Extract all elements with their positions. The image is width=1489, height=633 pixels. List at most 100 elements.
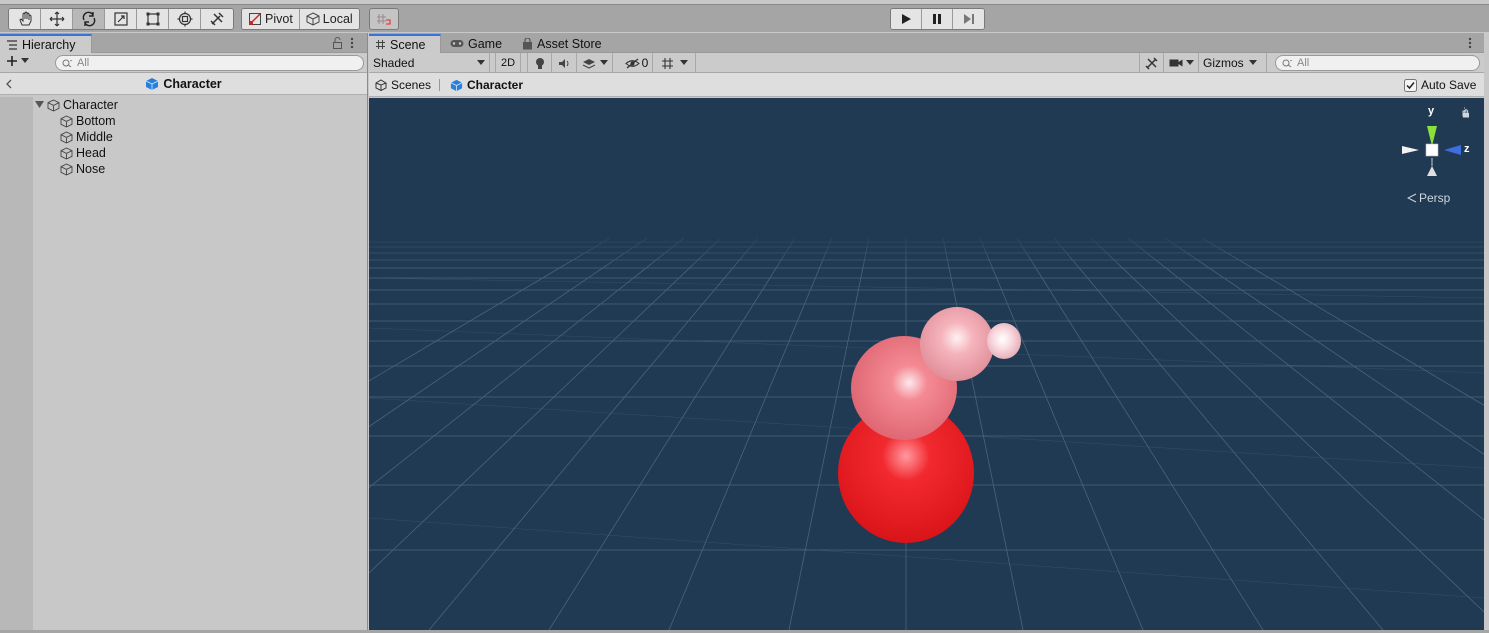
- chevron-down-icon: [679, 60, 688, 65]
- search-icon: [62, 59, 72, 67]
- grid-hash-icon: [661, 57, 673, 69]
- play-button[interactable]: [891, 9, 922, 29]
- pivot-label: Pivot: [265, 12, 293, 26]
- tree-item-label: Head: [76, 146, 106, 160]
- plus-icon: [7, 56, 17, 66]
- tree-root-item[interactable]: Character: [33, 97, 367, 113]
- rect-tool-button[interactable]: [137, 9, 169, 29]
- grid-snap-group: [369, 8, 399, 30]
- hierarchy-tabbar: Hierarchy: [0, 33, 367, 53]
- hand-tool-button[interactable]: [9, 9, 41, 29]
- gameobject-cube-icon: [60, 130, 73, 144]
- scene-viewport[interactable]: y z Persp: [369, 98, 1484, 630]
- scene-tabbar: Scene Game Asset Store: [369, 33, 1484, 53]
- custom-tool-icon: [210, 12, 224, 26]
- main-toolbar: Pivot Local: [0, 4, 1489, 32]
- pause-button[interactable]: [922, 9, 953, 29]
- breadcrumb-character[interactable]: Character: [450, 78, 523, 92]
- head-sphere: [920, 307, 994, 381]
- hierarchy-tree: Character Bottom Middle Head Nose: [33, 97, 367, 633]
- gizmos-dropdown[interactable]: Gizmos: [1200, 53, 1267, 73]
- lighting-toggle[interactable]: [527, 53, 552, 73]
- tab-asset-store[interactable]: Asset Store: [516, 34, 608, 53]
- toggle-2d-button[interactable]: 2D: [495, 53, 521, 73]
- gameobject-cube-icon: [60, 114, 73, 128]
- audio-toggle[interactable]: [552, 53, 577, 73]
- tab-hierarchy-label: Hierarchy: [22, 37, 76, 52]
- camera-dropdown[interactable]: [1165, 53, 1199, 73]
- draw-mode-dropdown[interactable]: Shaded: [369, 53, 490, 73]
- chevron-down-icon: [21, 58, 29, 63]
- breadcrumb-scenes[interactable]: Scenes: [375, 78, 431, 92]
- prefab-cube-icon: [146, 77, 159, 90]
- tools-toggle[interactable]: [1139, 53, 1164, 73]
- local-button[interactable]: Local: [299, 9, 359, 29]
- pause-icon: [933, 14, 941, 24]
- lightbulb-icon: [535, 57, 544, 69]
- camera-icon: [1169, 59, 1183, 67]
- chevron-down-icon: [1248, 60, 1257, 65]
- kebab-menu-icon[interactable]: [1468, 37, 1472, 49]
- step-button[interactable]: [953, 9, 984, 29]
- tree-root-label: Character: [63, 98, 118, 112]
- tree-item[interactable]: Head: [33, 145, 367, 161]
- rect-tool-icon: [146, 12, 159, 26]
- grid-snap-button[interactable]: [370, 9, 398, 29]
- projection-label: Persp: [1419, 191, 1451, 205]
- tab-asset-store-label: Asset Store: [537, 36, 602, 51]
- expand-arrow-icon[interactable]: [35, 101, 44, 109]
- hierarchy-search-input[interactable]: All: [55, 55, 364, 71]
- hierarchy-gutter: [0, 97, 33, 633]
- hidden-objects-toggle[interactable]: 0: [621, 53, 653, 73]
- lock-icon[interactable]: [1462, 109, 1470, 118]
- rotate-tool-icon: [82, 11, 95, 27]
- lock-icon[interactable]: [332, 37, 343, 49]
- gizmo-y-label: y: [1428, 105, 1435, 117]
- chevron-down-icon: [477, 60, 485, 65]
- effects-dropdown[interactable]: [577, 53, 613, 73]
- kebab-menu-icon[interactable]: [350, 37, 354, 49]
- tab-game[interactable]: Game: [444, 34, 508, 53]
- list-icon: [7, 39, 17, 50]
- hierarchy-panel: Hierarchy All Character Character Bottom…: [0, 33, 368, 633]
- prefab-breadcrumb: Character: [0, 73, 367, 95]
- toggle-2d-label: 2D: [500, 57, 516, 69]
- gizmos-label: Gizmos: [1203, 56, 1244, 70]
- scale-tool-icon: [113, 12, 128, 26]
- projection-toggle[interactable]: Persp: [1407, 191, 1450, 205]
- auto-save-toggle[interactable]: Auto Save: [1404, 78, 1476, 92]
- playback-controls: [890, 8, 985, 30]
- transform-tools: [8, 8, 234, 30]
- speaker-icon: [558, 58, 568, 68]
- pivot-icon: [249, 13, 261, 25]
- checkbox-checked-icon: [1404, 78, 1417, 92]
- tree-item[interactable]: Middle: [33, 129, 367, 145]
- move-tool-button[interactable]: [41, 9, 73, 29]
- gameobject-cube-icon: [60, 162, 73, 176]
- tree-item[interactable]: Nose: [33, 161, 367, 177]
- custom-tool-button[interactable]: [201, 9, 233, 29]
- tab-scene-label: Scene: [390, 37, 426, 52]
- pivot-local-group: Pivot Local: [241, 8, 360, 30]
- pivot-button[interactable]: Pivot: [242, 9, 300, 29]
- grid-dropdown[interactable]: [653, 53, 696, 73]
- scene-search-input[interactable]: All: [1275, 55, 1480, 71]
- rotate-tool-button[interactable]: [73, 9, 105, 29]
- breadcrumb-separator: [439, 79, 440, 91]
- grid-snap-icon: [377, 14, 391, 25]
- create-dropdown[interactable]: [6, 55, 29, 67]
- play-icon: [902, 14, 911, 24]
- tree-item-label: Bottom: [76, 114, 116, 128]
- hierarchy-search-placeholder: All: [77, 57, 90, 69]
- back-arrow-icon[interactable]: [5, 79, 12, 89]
- tree-item[interactable]: Bottom: [33, 113, 367, 129]
- gamepad-icon: [450, 40, 464, 47]
- nose-sphere: [987, 323, 1021, 359]
- tree-item-label: Middle: [76, 130, 113, 144]
- transform-tool-button[interactable]: [169, 9, 201, 29]
- tab-scene[interactable]: Scene: [369, 34, 441, 53]
- tab-hierarchy[interactable]: Hierarchy: [0, 34, 92, 53]
- prefab-title: Character: [163, 76, 222, 91]
- transform-tool-icon: [177, 11, 192, 27]
- scale-tool-button[interactable]: [105, 9, 137, 29]
